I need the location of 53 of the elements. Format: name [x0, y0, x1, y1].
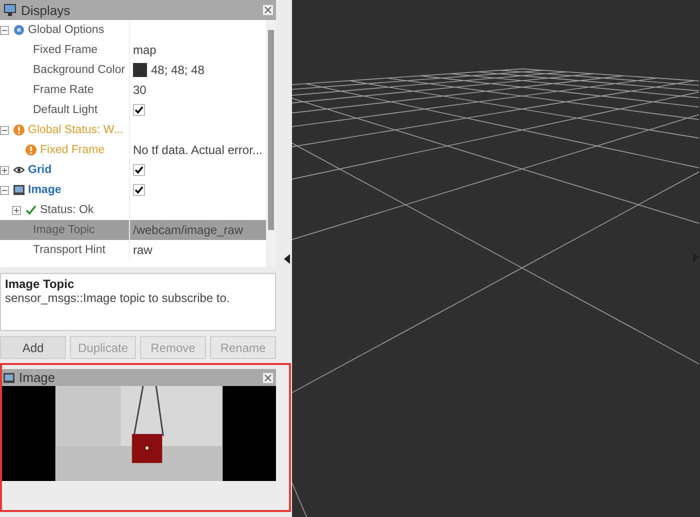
description-text: sensor_msgs::Image topic to subscribe to.	[5, 291, 231, 305]
checkmark-icon	[25, 204, 37, 216]
close-icon[interactable]	[263, 5, 273, 15]
warning-icon	[13, 124, 25, 136]
tree-row[interactable]: Image	[0, 180, 266, 200]
description-title: Image Topic	[5, 277, 76, 291]
property-label: Status: Ok	[40, 204, 94, 216]
property-label: Fixed Frame	[40, 144, 105, 156]
checkbox[interactable]	[133, 164, 145, 176]
image-icon	[13, 184, 25, 196]
tree-row[interactable]: Fixed Frame No tf data. Actual error...	[0, 140, 266, 160]
property-value: No tf data. Actual error...	[133, 143, 262, 157]
collapse-icon[interactable]	[0, 126, 9, 134]
expand-icon[interactable]	[0, 166, 9, 174]
expand-icon[interactable]	[12, 206, 21, 214]
property-value: 30	[133, 83, 146, 97]
property-value: /webcam/image_raw	[133, 223, 244, 237]
tree-row[interactable]: Fixed Frame map	[0, 40, 266, 60]
scrollbar[interactable]	[266, 20, 276, 267]
tree-row[interactable]: Image Topic /webcam/image_raw	[0, 220, 266, 240]
collapse-icon[interactable]	[0, 186, 9, 194]
image-icon	[3, 372, 15, 384]
collapse-icon[interactable]	[0, 26, 9, 34]
tree-row[interactable]: Background Color 48; 48; 48	[0, 60, 266, 80]
panel-button[interactable]: Add	[0, 336, 66, 359]
close-icon[interactable]	[263, 372, 273, 382]
panel-title: Displays	[21, 2, 72, 18]
property-label: Image	[28, 184, 62, 196]
property-value: map	[133, 43, 156, 57]
panel-title: Image	[19, 370, 56, 385]
property-label: Global Status: W...	[28, 124, 124, 136]
eye-icon	[13, 164, 25, 176]
tree-row[interactable]: Grid	[0, 160, 266, 180]
property-label: Image Topic	[33, 224, 95, 236]
property-label: Fixed Frame	[33, 44, 98, 56]
tree-row[interactable]: Default Light	[0, 100, 266, 120]
property-label: Frame Rate	[33, 84, 94, 96]
property-label: Global Options	[28, 24, 104, 36]
tree-row[interactable]: Frame Rate 30	[0, 80, 266, 100]
property-value: raw	[133, 243, 152, 257]
monitor-icon	[3, 3, 17, 17]
tree-row[interactable]: Transport Hint raw	[0, 240, 266, 260]
property-value: 48; 48; 48	[151, 63, 204, 77]
property-label: Transport Hint	[33, 244, 106, 256]
warning-icon	[25, 144, 37, 156]
color-swatch[interactable]	[133, 63, 147, 77]
property-label: Background Color	[33, 64, 126, 76]
property-label: Default Light	[33, 104, 98, 116]
collapse-arrow-icon[interactable]	[284, 254, 290, 264]
checkbox[interactable]	[133, 104, 145, 116]
property-label: Grid	[28, 164, 52, 176]
checkbox[interactable]	[133, 184, 145, 196]
tree-row[interactable]: Global Options	[0, 20, 266, 40]
